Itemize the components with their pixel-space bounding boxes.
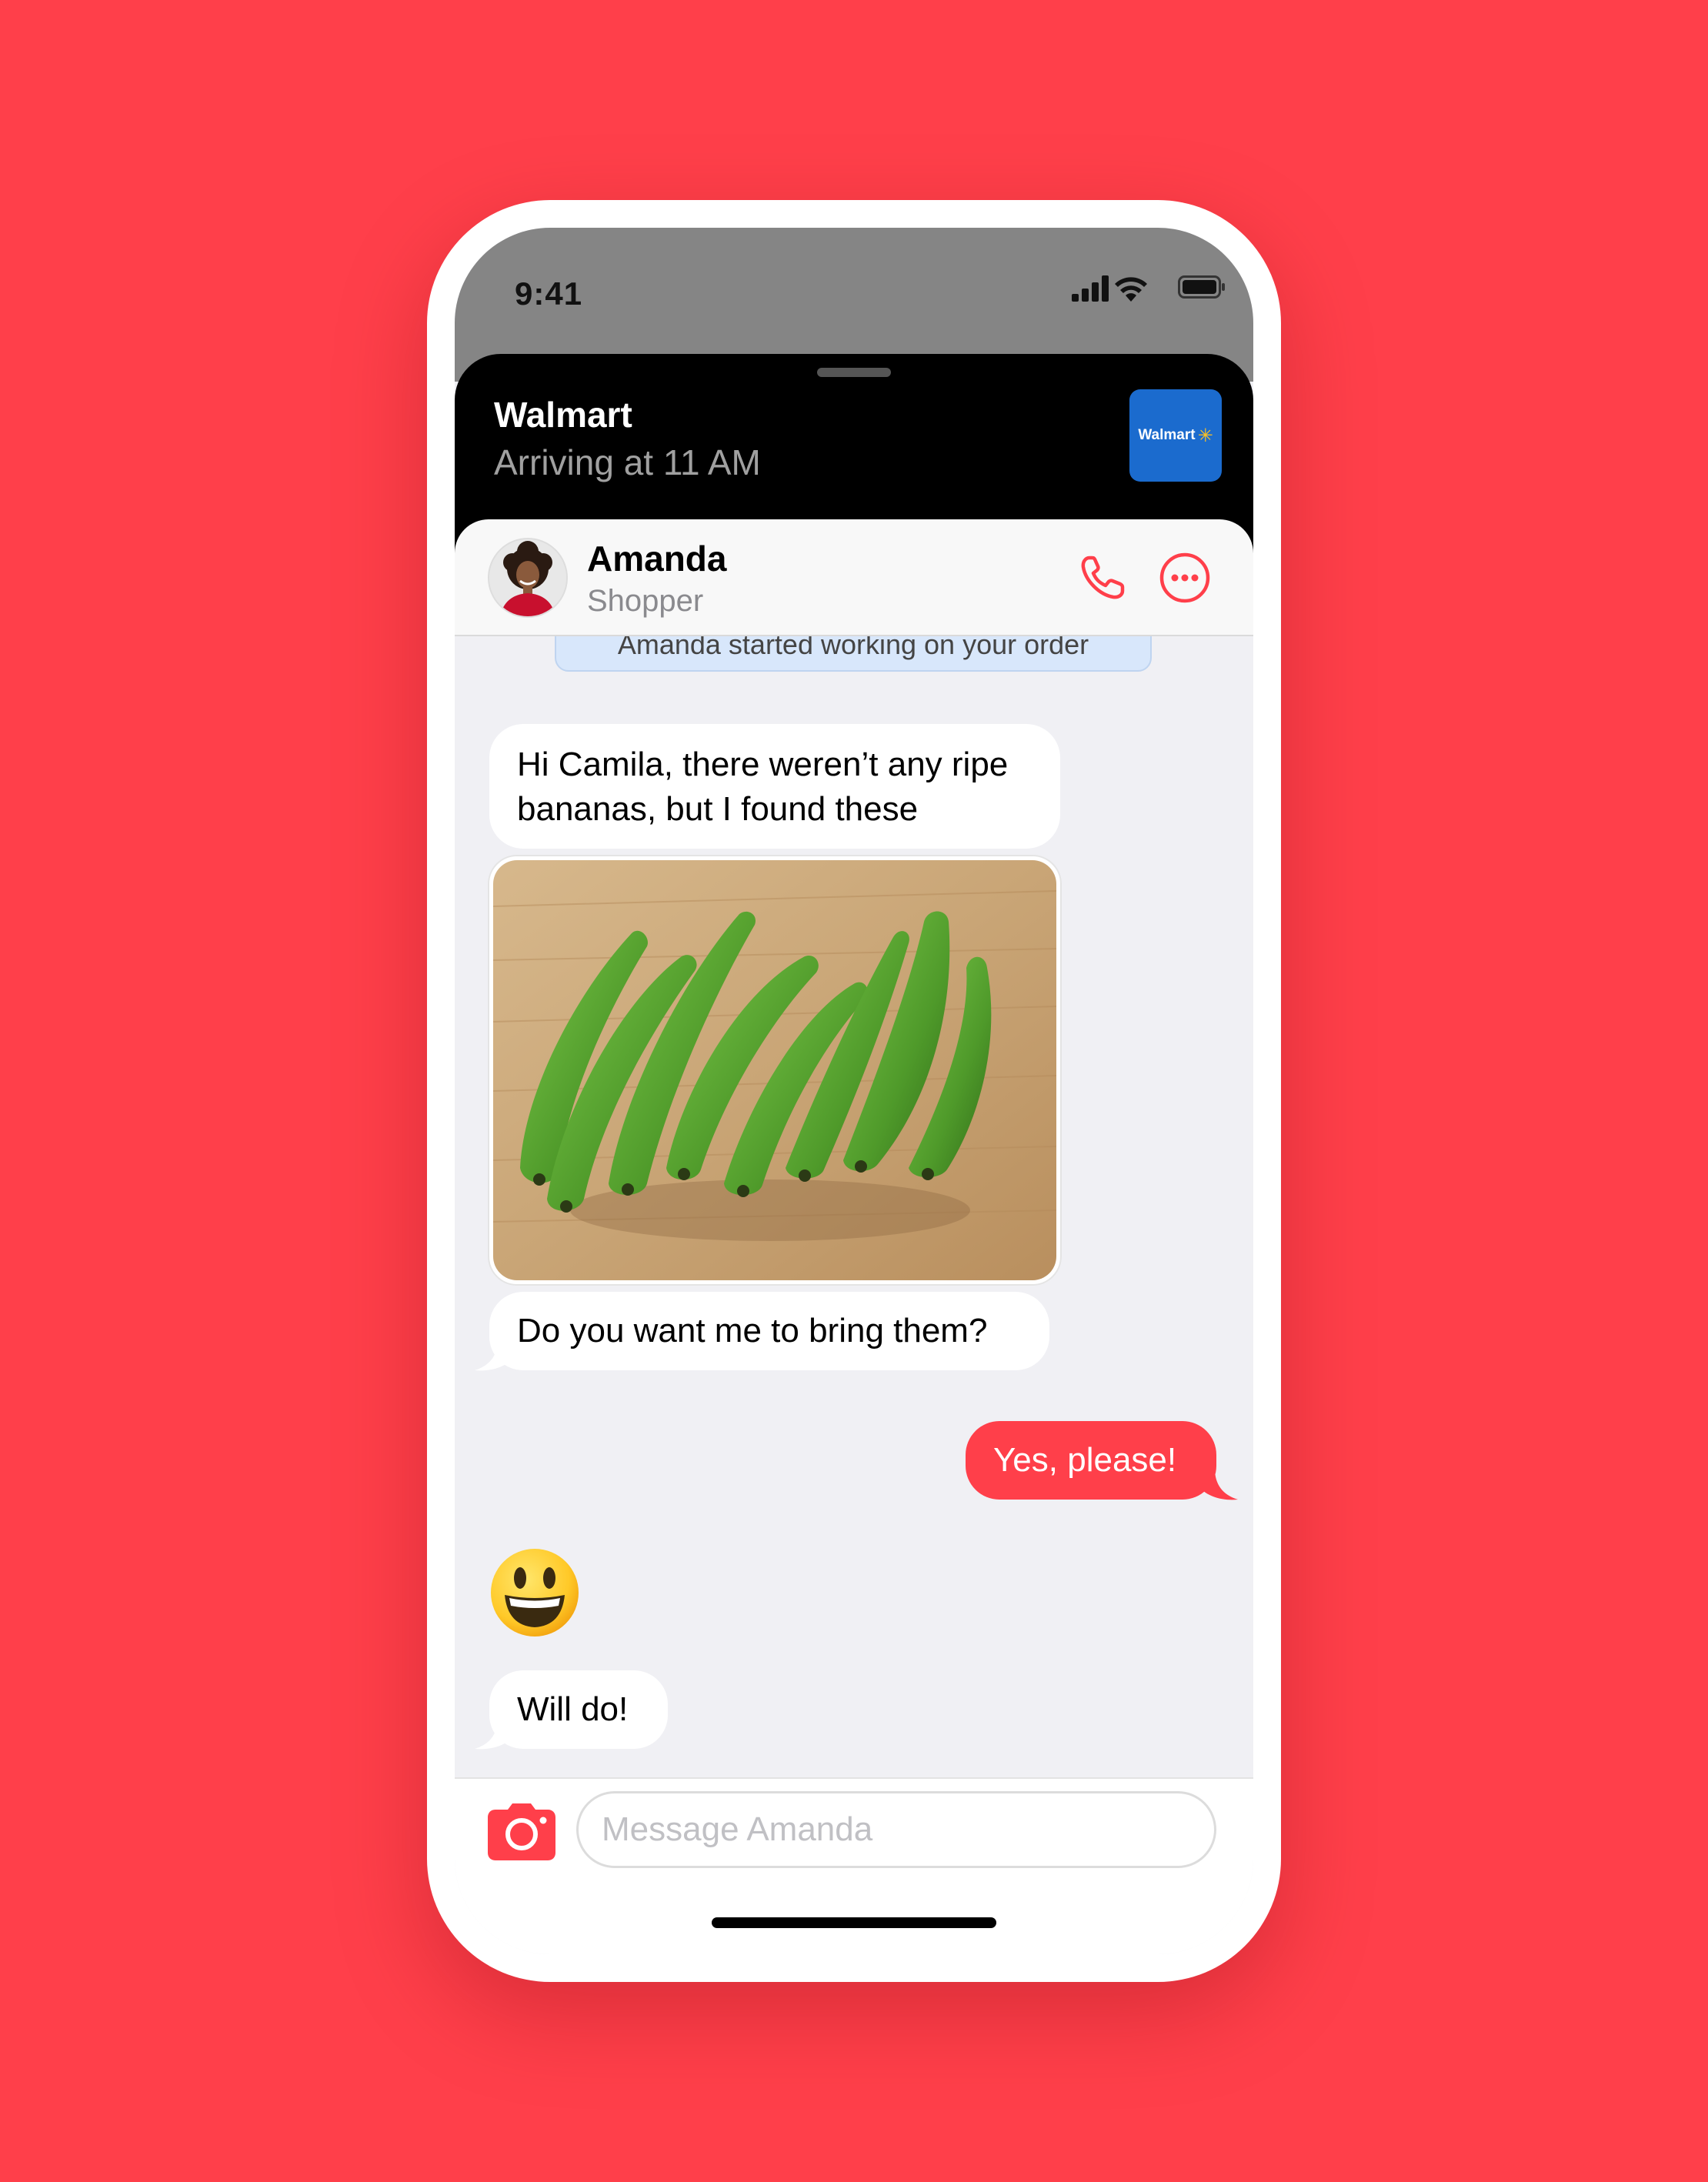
status-time: 9:41 — [515, 275, 583, 312]
message-text: Do you want me to bring them? — [517, 1312, 988, 1350]
bubble-tail — [1199, 1469, 1238, 1500]
contact-header: Amanda Shopper — [455, 519, 1253, 636]
message-composer — [455, 1777, 1253, 1954]
home-indicator — [712, 1917, 996, 1928]
message-bubble-incoming: Hi Camila, there weren’t any ripe banana… — [489, 724, 1060, 849]
message-input[interactable] — [576, 1791, 1216, 1868]
more-icon[interactable] — [1159, 552, 1211, 604]
phone-call-icon[interactable] — [1076, 552, 1129, 604]
contact-name: Amanda — [587, 539, 727, 579]
sheet-grabber[interactable] — [817, 368, 891, 377]
store-logo: Walmart ✳ — [1129, 389, 1222, 482]
banana-photo[interactable] — [489, 856, 1060, 1284]
camera-icon[interactable] — [488, 1802, 555, 1860]
avatar — [488, 538, 568, 618]
message-text: Will do! — [517, 1690, 629, 1728]
battery-icon — [1178, 275, 1225, 299]
bubble-tail — [475, 1340, 513, 1371]
store-logo-text: Walmart — [1138, 427, 1196, 443]
message-bubble-outgoing: Yes, please! — [966, 1421, 1216, 1500]
message-bubble-incoming: Do you want me to bring them? — [489, 1292, 1049, 1370]
chat-thread[interactable]: Amanda started working on your order Hi … — [455, 636, 1253, 1777]
phone-frame: 9:41 Walmart Arriving at 11 AM Walmart ✳… — [427, 200, 1281, 1982]
spark-icon: ✳ — [1197, 425, 1213, 446]
wifi-icon — [1115, 277, 1147, 302]
message-bubble-incoming: Will do! — [489, 1670, 668, 1749]
message-text: Yes, please! — [993, 1441, 1177, 1479]
store-name: Walmart — [494, 395, 632, 435]
smiley-emoji — [491, 1549, 579, 1636]
arrival-time: Arriving at 11 AM — [494, 442, 761, 482]
bubble-tail — [475, 1718, 513, 1750]
system-note: Amanda started working on your order — [555, 636, 1152, 672]
message-text: Hi Camila, there weren’t any ripe banana… — [517, 746, 1009, 828]
signal-icon — [1072, 275, 1109, 302]
contact-role: Shopper — [587, 584, 704, 618]
phone-screen: 9:41 Walmart Arriving at 11 AM Walmart ✳… — [455, 228, 1253, 1954]
